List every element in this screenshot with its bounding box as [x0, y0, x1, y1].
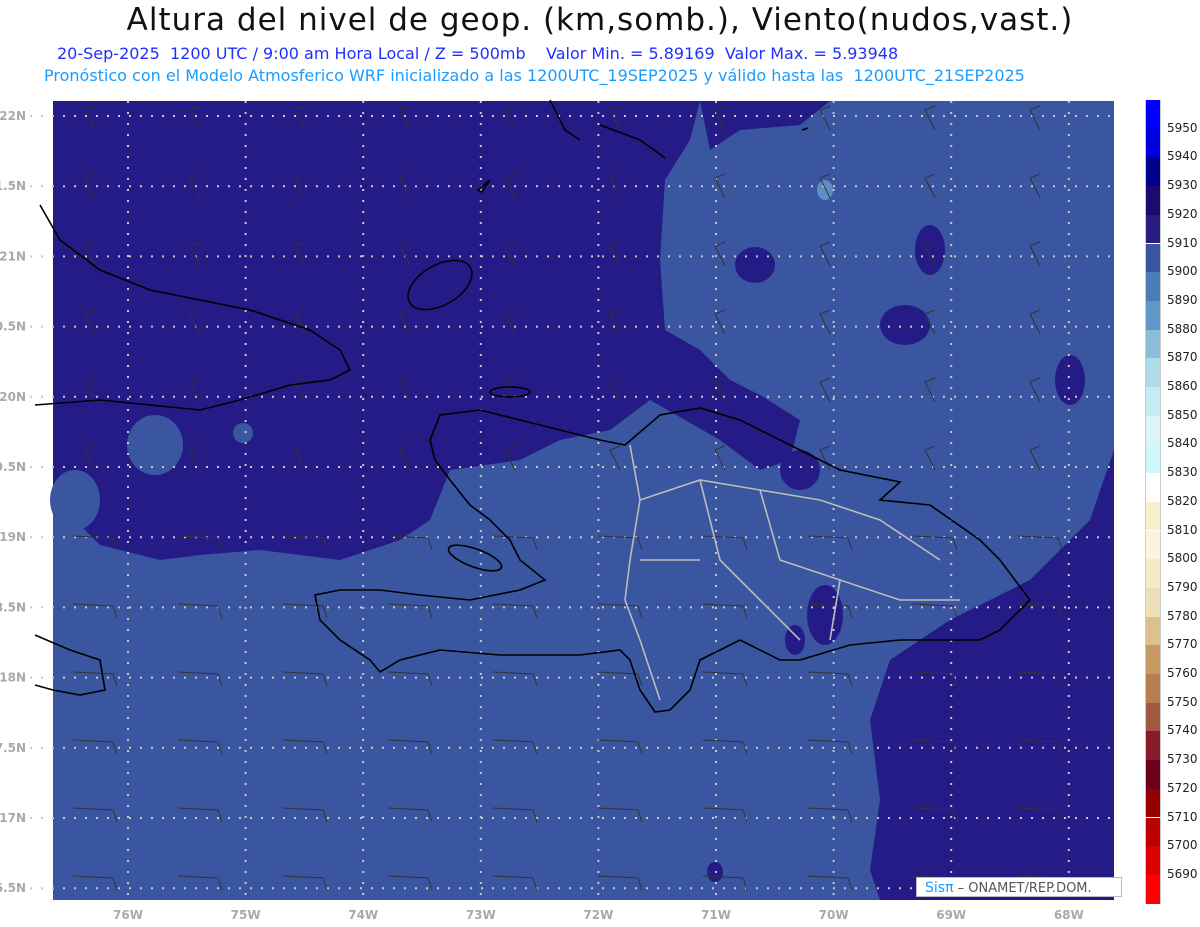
lon-tick-label: 70W — [819, 908, 849, 922]
colorbar-label: 5690 — [1167, 866, 1198, 881]
colorbar-segment — [1145, 128, 1161, 158]
colorbar-segment — [1145, 214, 1161, 244]
lat-tick-label: 17N — [0, 811, 26, 825]
colorbar-label: 5940 — [1167, 149, 1198, 164]
colorbar-segment — [1145, 243, 1161, 273]
lat-tick-label: 1.5N — [0, 179, 26, 193]
colorbar-segment — [1145, 645, 1161, 674]
colorbar-label: 5860 — [1167, 379, 1198, 393]
colorbar-segment — [1145, 444, 1161, 474]
colorbar-label: 5790 — [1167, 579, 1198, 594]
colorbar-segment — [1145, 272, 1161, 301]
lat-tick-label: 21N — [0, 249, 26, 263]
colorbar-segment — [1145, 473, 1161, 502]
lon-tick-label: 68W — [1054, 908, 1084, 922]
colorbar-label: 5870 — [1167, 350, 1198, 365]
lon-tick-label: 73W — [466, 908, 496, 922]
colorbar-segment — [1145, 874, 1161, 904]
lon-tick-label: 75W — [231, 908, 261, 922]
colorbar-segment — [1145, 415, 1161, 445]
colorbar-label: 5840 — [1167, 436, 1198, 451]
colorbar-segment — [1145, 731, 1161, 761]
colorbar-label: 5780 — [1167, 608, 1198, 623]
credit-text: – ONAMET/REP.DOM. — [957, 881, 1092, 896]
colorbar-label: 5810 — [1167, 522, 1198, 537]
colorbar-label: 5820 — [1167, 493, 1198, 508]
colorbar-segment — [1145, 616, 1161, 646]
lat-tick-label: 18N — [0, 671, 26, 685]
colorbar-label: 5700 — [1167, 838, 1198, 853]
light-region — [817, 180, 833, 200]
colorbar-label: 5830 — [1167, 465, 1198, 480]
colorbar-segment — [1145, 300, 1161, 330]
colorbar-label: 5920 — [1167, 206, 1198, 221]
lat-tick-label: 22N — [0, 109, 26, 123]
colorbar-label: 5710 — [1167, 809, 1198, 824]
lat-tick-label: 9.5N — [0, 460, 26, 474]
colorbar-label: 5890 — [1167, 292, 1198, 307]
colorbar-label: 5930 — [1167, 178, 1198, 193]
colorbar-segment — [1145, 100, 1161, 129]
lat-tick-label: 19N — [0, 530, 26, 544]
lat-tick-label: 7.5N — [0, 741, 26, 755]
lon-tick-label: 72W — [583, 908, 613, 922]
lon-tick-label: 69W — [936, 908, 966, 922]
colorbar-segment — [1145, 329, 1161, 359]
lon-tick-label: 76W — [113, 908, 143, 922]
credit-box: Sisπ – ONAMET/REP.DOM. — [916, 877, 1122, 897]
colorbar-segment — [1145, 186, 1161, 215]
colorbar-segment — [1145, 157, 1161, 187]
colorbar-label: 5760 — [1167, 666, 1198, 680]
colorbar-label: 5880 — [1167, 321, 1198, 336]
lat-tick-label: 20N — [0, 390, 26, 404]
colorbar-label: 5770 — [1167, 637, 1198, 652]
colorbar-label: 5900 — [1167, 264, 1198, 279]
colorbar-segment — [1145, 587, 1161, 617]
colorbar-segment — [1145, 788, 1161, 818]
lon-tick-label: 71W — [701, 908, 731, 922]
colorbar-segment — [1145, 674, 1161, 703]
colorbar-label: 5910 — [1167, 235, 1198, 250]
colorbar-segment — [1145, 817, 1161, 847]
lat-tick-label: 6.5N — [0, 881, 26, 895]
colorbar-label: 5800 — [1167, 551, 1198, 566]
colorbar-label: 5950 — [1167, 120, 1198, 135]
colorbar-segment — [1145, 702, 1161, 732]
lat-tick-label: 0.5N — [0, 320, 26, 334]
geopotential-map: 76W 75W 74W 73W 72W 71W 70W 69W 68W 22N 1.5N 21N 0.5… — [0, 99, 1114, 922]
colorbar-label: 5850 — [1167, 407, 1198, 422]
colorbar-segment — [1145, 358, 1161, 387]
lat-tick-label: 8.5N — [0, 600, 26, 614]
colorbar-segment — [1145, 559, 1161, 588]
sispi-logo: Sisπ — [925, 880, 954, 896]
colorbar-label: 5730 — [1167, 752, 1198, 767]
colorbar-label: 5720 — [1167, 780, 1198, 795]
colorbar-segment — [1145, 501, 1161, 531]
colorbar-segment — [1145, 846, 1161, 875]
lon-tick-label: 74W — [348, 908, 378, 922]
colorbar-label: 5740 — [1167, 723, 1198, 738]
colorbar-label: 5750 — [1167, 694, 1198, 709]
colorbar-segment — [1145, 760, 1161, 789]
colorbar-segment — [1145, 387, 1161, 416]
colorbar-segment — [1145, 530, 1161, 560]
